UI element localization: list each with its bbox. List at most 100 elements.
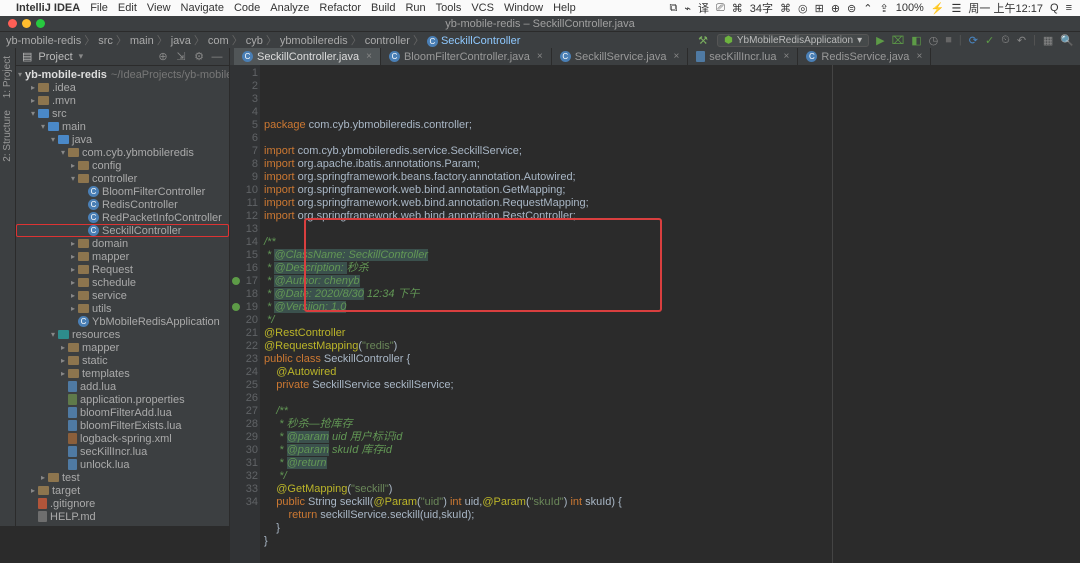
menubar-status-item[interactable]: ⚡: [931, 2, 945, 15]
menu-vcs[interactable]: VCS: [471, 2, 494, 14]
tree-node-ybmobileredisapplication[interactable]: CYbMobileRedisApplication: [16, 315, 229, 328]
tree-node-bloomfilterexists-lua[interactable]: bloomFilterExists.lua: [16, 419, 229, 432]
menubar-status-item[interactable]: ⎚: [716, 2, 725, 15]
select-opened-file-icon[interactable]: ⊕: [157, 50, 169, 63]
tree-node-rediscontroller[interactable]: CRedisController: [16, 198, 229, 211]
menubar-status-item[interactable]: ⌃: [863, 2, 872, 15]
profiler-icon[interactable]: ◷: [929, 34, 939, 47]
editor-tab-seckillservice-java[interactable]: CSeckillService.java×: [552, 48, 689, 65]
code-line[interactable]: import org.apache.ibatis.annotations.Par…: [264, 158, 1076, 171]
line-number[interactable]: 22: [230, 340, 258, 353]
tree-node-seckillcontroller[interactable]: CSeckillController: [16, 224, 229, 237]
tree-node-config[interactable]: ▸config: [16, 159, 229, 172]
editor-tab-redisservice-java[interactable]: CRedisService.java×: [798, 48, 931, 65]
run-gutter-icon[interactable]: [232, 303, 240, 311]
menubar-status-item[interactable]: ⊞: [815, 2, 824, 15]
line-number[interactable]: 14: [230, 236, 258, 249]
tree-node-service[interactable]: ▸service: [16, 289, 229, 302]
tree-node-src[interactable]: ▾src: [16, 107, 229, 120]
tree-root[interactable]: ▾ yb-mobile-redis ~/IdeaProjects/yb-mobi…: [16, 68, 229, 81]
menubar-status-item[interactable]: ⧉: [669, 2, 677, 15]
gear-icon[interactable]: ⚙: [193, 50, 205, 63]
code-line[interactable]: import com.cyb.ybmobileredis.service.Sec…: [264, 145, 1076, 158]
menu-edit[interactable]: Edit: [118, 2, 137, 14]
menu-tools[interactable]: Tools: [436, 2, 462, 14]
line-number[interactable]: 4: [230, 106, 258, 119]
search-everywhere-icon[interactable]: ▦: [1043, 34, 1053, 47]
line-number[interactable]: 34: [230, 496, 258, 509]
menu-window[interactable]: Window: [504, 2, 543, 14]
debug-icon[interactable]: ⌧: [892, 34, 905, 47]
tree-node-mapper[interactable]: ▸mapper: [16, 250, 229, 263]
code-line[interactable]: * @ClassName: SeckillController: [264, 249, 1076, 262]
menu-run[interactable]: Run: [405, 2, 425, 14]
tree-node-request[interactable]: ▸Request: [16, 263, 229, 276]
menu-view[interactable]: View: [147, 2, 171, 14]
breadcrumb-segment[interactable]: yb-mobile-redis: [6, 35, 81, 47]
tree-node-application-properties[interactable]: application.properties: [16, 393, 229, 406]
code-line[interactable]: * @Versiion: 1.0: [264, 301, 1076, 314]
breadcrumb-segment[interactable]: com: [208, 35, 229, 47]
line-number[interactable]: 17: [230, 275, 258, 288]
tree-node-domain[interactable]: ▸domain: [16, 237, 229, 250]
breadcrumb-segment[interactable]: main: [130, 35, 154, 47]
minimize-window-icon[interactable]: [22, 19, 31, 28]
line-number[interactable]: 5: [230, 119, 258, 132]
hide-panel-icon[interactable]: —: [211, 51, 223, 63]
code-line[interactable]: @RestController: [264, 327, 1076, 340]
tree-node-bloomfiltercontroller[interactable]: CBloomFilterController: [16, 185, 229, 198]
code-line[interactable]: private SeckillService seckillService;: [264, 379, 1076, 392]
breadcrumb-segment[interactable]: controller: [365, 35, 410, 47]
line-number[interactable]: 23: [230, 353, 258, 366]
tree-node-logback-spring-xml[interactable]: logback-spring.xml: [16, 432, 229, 445]
code-editor[interactable]: 1234567891011121314151617181920212223242…: [230, 65, 1080, 563]
menubar-status-item[interactable]: ⌘: [732, 2, 743, 15]
code-line[interactable]: import org.springframework.web.bind.anno…: [264, 197, 1076, 210]
toolwindow-tab-project[interactable]: 1: Project: [2, 52, 13, 102]
menubar-status-item[interactable]: 34字: [750, 0, 773, 16]
editor-split-divider[interactable]: [832, 65, 833, 563]
menubar-status-item[interactable]: 周一 上午12:17: [968, 0, 1043, 16]
menubar-status-item[interactable]: 100%: [896, 2, 924, 14]
line-number[interactable]: 11: [230, 197, 258, 210]
coverage-icon[interactable]: ◧: [911, 34, 921, 47]
menu-file[interactable]: File: [90, 2, 108, 14]
line-number[interactable]: 20: [230, 314, 258, 327]
tree-node-java[interactable]: ▾java: [16, 133, 229, 146]
close-tab-icon[interactable]: ×: [784, 51, 790, 62]
menubar-status-item[interactable]: ≡: [1066, 2, 1072, 14]
git-commit-icon[interactable]: ✓: [985, 34, 994, 47]
tree-node--mvn[interactable]: ▸.mvn: [16, 94, 229, 107]
tree-node--gitignore[interactable]: .gitignore: [16, 497, 229, 510]
editor-tab-seckillcontroller-java[interactable]: CSeckillController.java×: [234, 48, 381, 65]
tree-node-target[interactable]: ▸target: [16, 484, 229, 497]
run-gutter-icon[interactable]: [232, 277, 240, 285]
tree-node-redpacketinfocontroller[interactable]: CRedPacketInfoController: [16, 211, 229, 224]
breadcrumb-segment[interactable]: ybmobileredis: [280, 35, 348, 47]
line-number[interactable]: 25: [230, 379, 258, 392]
code-line[interactable]: public String seckill(@Param("uid") int …: [264, 496, 1076, 509]
code-line[interactable]: */: [264, 314, 1076, 327]
line-number[interactable]: 2: [230, 80, 258, 93]
code-line[interactable]: * @Author: chenyb: [264, 275, 1076, 288]
line-number[interactable]: 33: [230, 483, 258, 496]
code-line[interactable]: * @Description: 秒杀: [264, 262, 1076, 275]
code-line[interactable]: }: [264, 535, 1076, 548]
code-content[interactable]: package com.cyb.ybmobileredis.controller…: [260, 65, 1080, 563]
code-line[interactable]: return seckillService.seckill(uid,skuId)…: [264, 509, 1076, 522]
line-number[interactable]: 29: [230, 431, 258, 444]
tree-node-help-md[interactable]: HELP.md: [16, 510, 229, 523]
line-number[interactable]: 3: [230, 93, 258, 106]
line-number[interactable]: 6: [230, 132, 258, 145]
code-line[interactable]: public class SeckillController {: [264, 353, 1076, 366]
code-line[interactable]: package com.cyb.ybmobileredis.controller…: [264, 119, 1076, 132]
menu-navigate[interactable]: Navigate: [181, 2, 224, 14]
code-line[interactable]: /**: [264, 405, 1076, 418]
menubar-status-item[interactable]: ⊕: [831, 2, 840, 15]
tree-node-static[interactable]: ▸static: [16, 354, 229, 367]
line-number[interactable]: 1: [230, 67, 258, 80]
line-number[interactable]: 7: [230, 145, 258, 158]
code-line[interactable]: * @param uid 用户标识id: [264, 431, 1076, 444]
line-number-gutter[interactable]: 1234567891011121314151617181920212223242…: [230, 65, 260, 563]
tree-node-resources[interactable]: ▾resources: [16, 328, 229, 341]
